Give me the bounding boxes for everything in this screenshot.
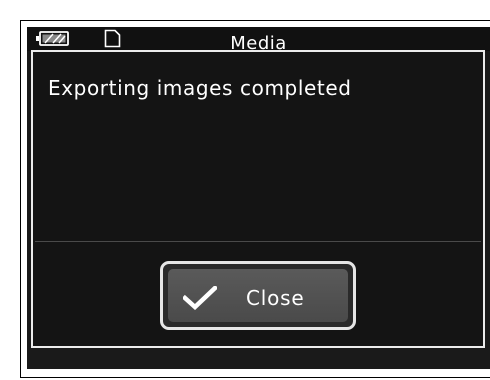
close-button-label: Close — [246, 286, 305, 310]
close-button-face: Close — [168, 269, 348, 322]
close-button[interactable]: Close — [160, 261, 356, 330]
export-complete-dialog: Exporting images completed Close — [31, 50, 485, 348]
dialog-message: Exporting images completed — [48, 76, 352, 100]
checkmark-icon — [183, 286, 217, 310]
camera-screen: Media Exporting images completed Close — [27, 27, 490, 369]
dialog-divider — [35, 241, 481, 242]
